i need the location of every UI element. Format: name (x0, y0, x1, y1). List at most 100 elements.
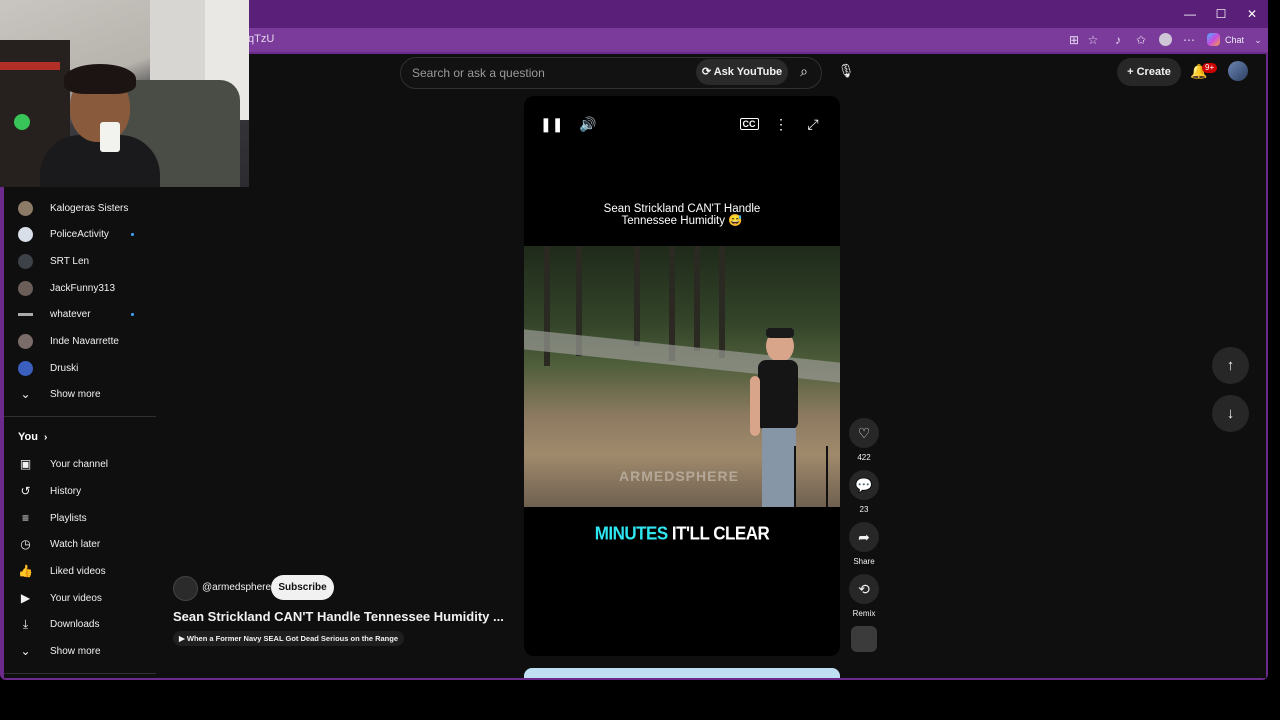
sound-thumbnail[interactable] (851, 626, 877, 652)
video-caption-subtitle: MINUTES IT'LL CLEAR (524, 523, 840, 545)
star-icon[interactable]: ☆ (1085, 32, 1101, 48)
volume-icon[interactable]: 🔊 (578, 114, 598, 134)
remix-icon: ⟲ (858, 581, 870, 597)
share-icon: ➦ (858, 529, 870, 545)
more-options-icon[interactable]: ⋮ (771, 114, 791, 134)
sidebar-item-label: Kalogeras Sisters (50, 202, 129, 214)
show-more-label: Show more (50, 388, 101, 400)
sidebar-item-policeactivity[interactable]: PoliceActivity (18, 223, 109, 245)
ask-youtube-button[interactable]: ⟳ Ask YouTube (696, 59, 788, 85)
sidebar-item-label: Your channel (50, 458, 109, 470)
watermark: ARMEDSPHERE (619, 468, 739, 484)
sidebar-item-srt-len[interactable]: SRT Len (18, 250, 89, 272)
share-button[interactable]: ➦ (849, 522, 879, 552)
like-button[interactable]: ♡ (849, 418, 879, 448)
related-video-label: When a Former Navy SEAL Got Dead Serious… (186, 634, 399, 643)
channel-avatar (18, 312, 33, 316)
channel-avatar[interactable] (173, 576, 198, 601)
next-short-preview[interactable] (524, 668, 840, 678)
sidebar-item-liked-videos[interactable]: 👍 Liked videos (18, 560, 106, 582)
captions-icon[interactable]: CC (739, 114, 759, 134)
sidebar-item-druski[interactable]: Druski (18, 357, 78, 379)
sidebar-item-label: JackFunny313 (50, 282, 116, 294)
comments-button[interactable]: 💬 (849, 470, 879, 500)
channel-avatar (18, 280, 33, 296)
chevron-down-icon[interactable]: ⌄ (1250, 32, 1266, 48)
sidebar-item-history[interactable]: ↺ History (18, 480, 81, 502)
new-content-dot (131, 233, 134, 236)
sidebar-item-label: History (50, 485, 82, 497)
sidebar-item-watch-later[interactable]: ◷ Watch later (18, 533, 100, 555)
remix-button[interactable]: ⟲ (849, 574, 879, 604)
related-video-chip[interactable]: ▶ When a Former Navy SEAL Got Dead Serio… (173, 631, 405, 646)
arrow-down-icon: ↓ (1226, 405, 1235, 422)
sidebar-item-label: SRT Len (50, 255, 90, 267)
ask-youtube-label: Ask YouTube (713, 66, 783, 78)
search-icon[interactable]: ⌕ (795, 62, 813, 80)
remix-label: Remix (852, 609, 876, 618)
sidebar-item-label: PoliceActivity (50, 228, 109, 240)
caption-line: Tennessee Humidity 😅 (621, 215, 743, 227)
fullscreen-icon[interactable]: ⤢ (803, 114, 823, 134)
sidebar-item-label: Liked videos (50, 565, 106, 577)
sidebar-item-whatever[interactable]: whatever (18, 303, 91, 325)
more-icon[interactable]: ⋯ (1181, 32, 1197, 48)
sidebar-item-inde-navarrette[interactable]: Inde Navarrette (18, 330, 119, 352)
download-icon: ⤓ (22, 616, 29, 631)
next-short-button[interactable]: ↓ (1212, 395, 1249, 432)
sidebar-item-playlists[interactable]: ≡ Playlists (18, 507, 87, 529)
arrow-up-icon: ↑ (1226, 357, 1235, 374)
subscribe-button[interactable]: Subscribe (271, 575, 334, 600)
channel-avatar (18, 253, 33, 269)
play-icon: ▶ (179, 634, 187, 643)
caption-line: Sean Strickland CAN'T Handle (603, 203, 761, 215)
chevron-down-icon: ⌄ (20, 386, 31, 401)
comment-icon: 💬 (855, 477, 873, 493)
video-title[interactable]: Sean Strickland CAN'T Handle Tennessee H… (173, 609, 504, 624)
chevron-right-icon: › (43, 432, 48, 443)
extension-icon[interactable]: ♪ (1110, 32, 1126, 48)
channel-icon: ▣ (19, 456, 32, 471)
like-icon: 👍 (18, 563, 33, 578)
create-button[interactable]: + Create (1117, 58, 1181, 86)
history-icon: ↺ (20, 483, 31, 498)
sidebar-item-label: Watch later (50, 538, 101, 550)
favorites-icon[interactable]: ✩ (1133, 32, 1149, 48)
close-button[interactable]: ✕ (1242, 6, 1262, 22)
previous-short-button[interactable]: ↑ (1212, 347, 1249, 384)
account-avatar[interactable] (1228, 61, 1248, 81)
sidebar-item-label: whatever (50, 308, 91, 320)
shorts-player[interactable]: ❚❚ 🔊 CC ⋮ ⤢ Sean Strickland CAN'T Handle… (524, 96, 840, 656)
sidebar-item-your-videos[interactable]: ▶ Your videos (18, 587, 102, 609)
chat-label[interactable]: Chat (1225, 35, 1244, 45)
minimize-button[interactable]: — (1180, 6, 1200, 22)
heart-icon: ♡ (857, 425, 871, 441)
video-caption-top: Sean Strickland CAN'T Handle Tennessee H… (544, 203, 820, 227)
you-section-header[interactable]: You › (18, 431, 47, 443)
sparkle-icon: ⟳ (701, 66, 714, 78)
app-grid-icon[interactable]: ⊞ (1066, 32, 1082, 48)
profile-icon[interactable] (1157, 32, 1173, 48)
maximize-button[interactable]: ☐ (1211, 6, 1231, 22)
sidebar-item-kalogeras-sisters[interactable]: Kalogeras Sisters (18, 197, 128, 219)
sidebar-item-jackfunny313[interactable]: JackFunny313 (18, 277, 115, 299)
sidebar-item-your-channel[interactable]: ▣ Your channel (18, 453, 108, 475)
tripod (794, 446, 828, 507)
watch-later-icon: ◷ (20, 536, 31, 551)
chevron-down-icon: ⌄ (20, 643, 31, 658)
microphone-icon[interactable]: 🎙 (836, 61, 856, 81)
pause-icon[interactable]: ❚❚ (540, 114, 563, 134)
show-more-subscriptions[interactable]: ⌄ Show more (18, 383, 101, 405)
channel-name[interactable]: @armedsphere (202, 582, 271, 593)
you-label: You (18, 431, 38, 443)
channel-avatar (18, 333, 33, 349)
caption-word: IT'LL CLEAR (667, 523, 770, 544)
show-more-you[interactable]: ⌄ Show more (18, 640, 100, 662)
sidebar-item-downloads[interactable]: ⤓ Downloads (18, 613, 100, 635)
channel-avatar (18, 226, 33, 242)
caption-highlight-word: MINUTES (594, 523, 669, 544)
copilot-icon[interactable] (1205, 32, 1221, 48)
sidebar-item-label: Inde Navarrette (50, 335, 119, 347)
url-text[interactable]: qTzU (248, 33, 274, 45)
search-input[interactable] (410, 63, 694, 83)
